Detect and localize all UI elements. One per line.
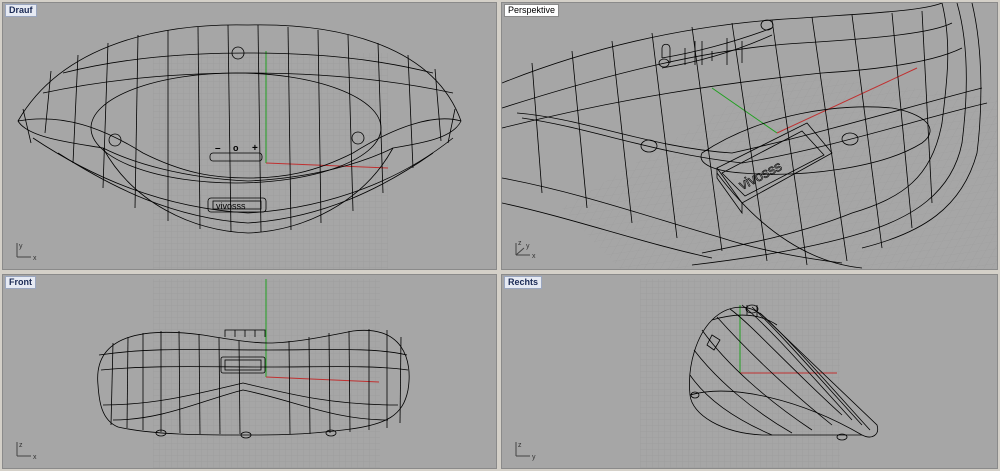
top-view-scene: – o + vivosss [17, 24, 462, 269]
viewport-label-perspective[interactable]: Perspektive [504, 4, 560, 17]
front-view-scene [97, 279, 410, 468]
viewport-perspective[interactable]: Perspektive vivosss z x y [501, 2, 998, 270]
viewport-front[interactable]: Front z x [2, 274, 497, 469]
axis-label-horizontal: x [33, 255, 37, 262]
viewport-label-top[interactable]: Drauf [5, 4, 37, 17]
button-center-label: o [233, 143, 239, 153]
axis-indicator-icon: z x y [515, 240, 536, 260]
axis-label-vertical: z [19, 442, 23, 449]
button-minus-label: – [215, 143, 221, 154]
axis-label-horizontal: x [532, 253, 536, 260]
axis-label-horizontal: y [532, 454, 536, 461]
axis-label-vertical: z [518, 240, 522, 247]
axis-label-horizontal: x [33, 454, 37, 461]
axis-indicator-icon: z y [515, 442, 536, 461]
axis-indicator-icon: z x [16, 442, 37, 461]
viewport-label-right[interactable]: Rechts [504, 276, 543, 289]
axis-indicator-icon: y x [16, 243, 37, 262]
axis-label-depth: y [526, 243, 530, 250]
right-view-scene [640, 279, 879, 468]
viewport-label-front[interactable]: Front [5, 276, 36, 289]
perspective-view-scene: vivosss [502, 3, 997, 269]
viewport-top[interactable]: Drauf – o + vivosss y x [2, 2, 497, 270]
axis-label-vertical: y [19, 243, 23, 250]
construction-grid [153, 53, 388, 269]
logo-text-top: vivosss [216, 201, 246, 211]
axis-label-vertical: z [518, 442, 522, 449]
viewport-right[interactable]: Rechts z y [501, 274, 998, 469]
button-plus-label: + [252, 143, 258, 154]
